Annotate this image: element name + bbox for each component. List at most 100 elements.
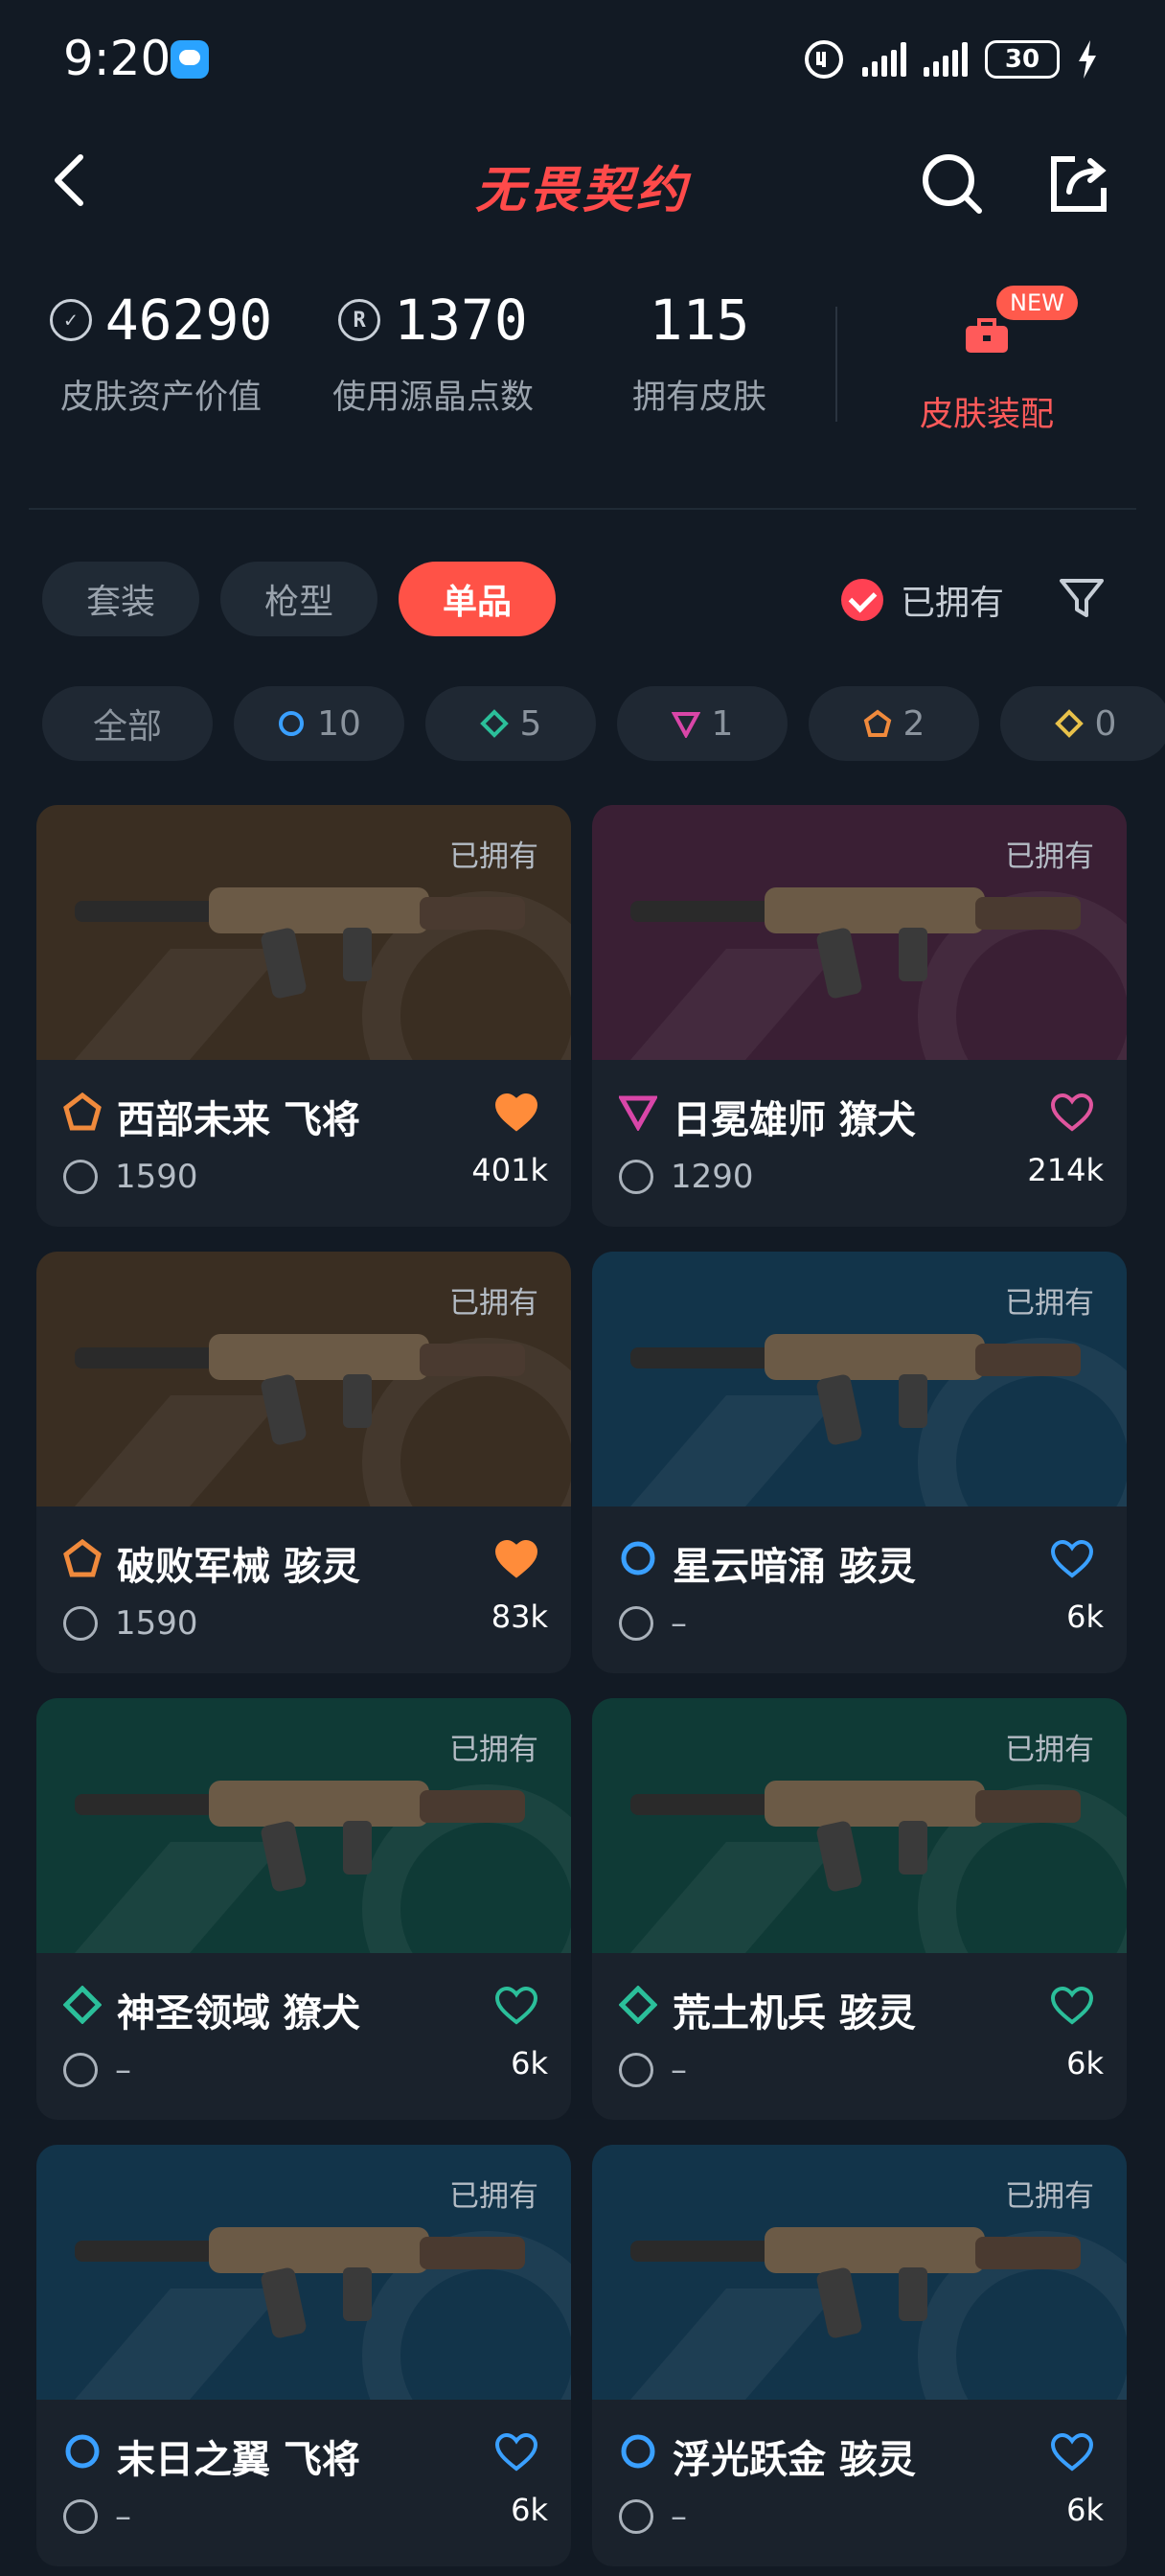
like-count: 6k [1066, 2492, 1104, 2528]
rarity-circle-icon [279, 711, 305, 736]
owned-label: 已拥有 [1005, 2179, 1094, 2214]
skin-loadout-label: 皮肤装配 [919, 396, 1054, 434]
stat-owned-skins: 115 拥有皮肤 [565, 288, 834, 419]
stats-divider [835, 307, 837, 422]
rarity-chip-label: 全部 [92, 707, 162, 747]
section-divider [29, 508, 1136, 510]
like-count: 6k [1066, 2045, 1104, 2082]
skin-card[interactable]: 已拥有荒土机兵 骇灵 – 6k [592, 1698, 1127, 2120]
skin-card[interactable]: 已拥有 末日之翼 飞将 – 6k [36, 2145, 571, 2566]
tab-single-items[interactable]: 单品 [399, 562, 557, 636]
like-heart-icon[interactable] [494, 1092, 538, 1133]
message-notification-icon [171, 40, 209, 79]
like-count: 83k [491, 1598, 548, 1635]
owned-label: 已拥有 [449, 1733, 538, 1767]
rarity-diamond-icon [479, 709, 509, 738]
skin-name: 西部未来 飞将 [117, 1098, 360, 1142]
skin-card[interactable]: 已拥有 西部未来 飞将 1590 401k [36, 805, 571, 1227]
tab-bundles[interactable]: 套装 [42, 562, 200, 636]
skin-name: 末日之翼 飞将 [117, 2438, 360, 2482]
like-heart-icon[interactable] [494, 1539, 538, 1579]
status-bar: 9:20 30 [0, 0, 1165, 115]
price-value: – [671, 1604, 687, 1643]
vp-coin-icon [619, 2499, 653, 2534]
skin-name: 神圣领域 獠犬 [117, 1991, 360, 2036]
rarity-chip[interactable]: 10 [234, 686, 404, 761]
checked-icon [841, 579, 883, 621]
stat-value: 115 [649, 288, 750, 353]
price-value: 1590 [115, 1604, 198, 1643]
like-heart-icon[interactable] [1050, 2432, 1094, 2472]
vp-coin-icon [63, 1160, 98, 1194]
share-icon[interactable] [1046, 150, 1113, 217]
like-count: 6k [1066, 1598, 1104, 1635]
rarity-icon [65, 2434, 100, 2469]
vp-coin-icon [63, 2053, 98, 2087]
rarity-chip[interactable]: 全部 [42, 686, 213, 761]
price-value: – [671, 2051, 687, 2089]
rarity-chip-label: 2 [902, 703, 925, 744]
skin-name: 破败军械 骇灵 [117, 1545, 360, 1589]
skin-card[interactable]: 已拥有破败军械 骇灵 1590 83k [36, 1252, 571, 1673]
owned-label: 已拥有 [1005, 1286, 1094, 1321]
skin-name: 荒土机兵 骇灵 [673, 1991, 916, 2036]
price-value: – [115, 2051, 131, 2089]
skin-price: 1590 [63, 1604, 198, 1643]
rarity-icon [619, 1095, 657, 1131]
skin-name: 日冕雄师 獠犬 [673, 1098, 916, 1142]
skin-card[interactable]: 已拥有浮光跃金 骇灵 – 6k [592, 2145, 1127, 2566]
filter-funnel-icon[interactable] [1058, 575, 1106, 621]
rarity-icon [621, 1541, 655, 1576]
stat-radianite: R 1370 使用源晶点数 [299, 288, 567, 419]
rarity-chip[interactable]: 0 [1000, 686, 1165, 761]
rarity-chip-label: 0 [1094, 703, 1117, 744]
skin-price: 1290 [619, 1158, 754, 1196]
skin-name: 浮光跃金 骇灵 [673, 2438, 916, 2482]
skin-price: – [619, 2497, 687, 2536]
skin-card[interactable]: 已拥有日冕雄师 獠犬 1290 214k [592, 805, 1127, 1227]
skin-card[interactable]: 已拥有 神圣领域 獠犬 – 6k [36, 1698, 571, 2120]
vp-coin-icon [619, 1160, 653, 1194]
top-bar: 无畏契约 [0, 134, 1165, 230]
like-count: 401k [471, 1152, 548, 1188]
category-tabs: 套装 枪型 单品 [42, 562, 557, 636]
rarity-chip[interactable]: 5 [425, 686, 596, 761]
page-title: 无畏契约 [474, 162, 690, 219]
price-value: 1290 [671, 1158, 754, 1196]
like-count: 214k [1027, 1152, 1104, 1188]
rarity-chip[interactable]: 1 [617, 686, 788, 761]
stat-label: 皮肤资产价值 [59, 379, 262, 417]
stat-skin-value: ✓ 46290 皮肤资产价值 [27, 288, 295, 419]
rarity-icon [63, 1092, 102, 1131]
vp-coin-icon: ✓ [49, 299, 92, 341]
like-heart-icon[interactable] [1050, 1539, 1094, 1579]
rarity-chip[interactable]: 2 [809, 686, 979, 761]
signal-strength-icon-2 [924, 42, 968, 77]
like-heart-icon[interactable] [494, 1986, 538, 2026]
skin-price: – [63, 2051, 131, 2089]
vp-coin-icon [63, 2499, 98, 2534]
battery-icon: 30 [985, 40, 1060, 79]
stat-label: 使用源晶点数 [331, 379, 534, 417]
like-heart-icon[interactable] [494, 2432, 538, 2472]
4g-lte-icon [805, 40, 843, 79]
stat-value: 1370 [394, 288, 528, 353]
skin-price: – [619, 1604, 687, 1643]
like-heart-icon[interactable] [1050, 1986, 1094, 2026]
signal-strength-icon [862, 42, 906, 77]
owned-label: 已拥有 [1005, 1733, 1094, 1767]
skin-card[interactable]: 已拥有 星云暗涌 骇灵 – 6k [592, 1252, 1127, 1673]
search-icon[interactable] [918, 150, 985, 217]
rarity-chip-label: 1 [711, 703, 734, 744]
rarity-chip-label: 10 [317, 703, 361, 744]
rarity-icon [621, 2434, 655, 2469]
like-count: 6k [511, 2492, 548, 2528]
owned-label: 已拥有 [1005, 840, 1094, 874]
owned-filter-toggle[interactable]: 已拥有 [841, 575, 1004, 625]
rarity-icon [63, 1539, 102, 1577]
owned-label: 已拥有 [449, 1286, 538, 1321]
like-heart-icon[interactable] [1050, 1092, 1094, 1133]
tab-weapon-type[interactable]: 枪型 [220, 562, 378, 636]
price-value: – [115, 2497, 131, 2536]
rarity-icon [63, 1986, 102, 2024]
